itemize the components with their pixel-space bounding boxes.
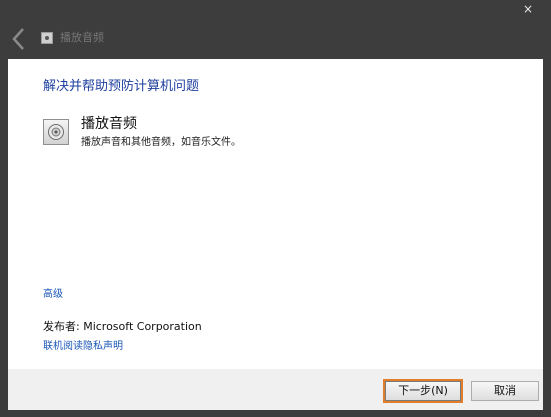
main-panel: 解决并帮助预防计算机问题 播放音频 播放声音和其他音频，如音乐文件。 高级 发布… [8, 59, 543, 369]
publisher-text: 发布者: Microsoft Corporation [43, 320, 202, 333]
back-arrow-icon [12, 28, 24, 50]
button-bar: 下一步(N) 取消 [8, 369, 543, 410]
troubleshooter-icon [41, 32, 53, 44]
window-title: 播放音频 [60, 31, 104, 44]
page-heading: 解决并帮助预防计算机问题 [43, 79, 200, 94]
advanced-link[interactable]: 高级 [43, 288, 63, 302]
back-button[interactable] [9, 26, 31, 52]
task-description: 播放声音和其他音频，如音乐文件。 [81, 137, 241, 148]
privacy-statement-link[interactable]: 联机阅读隐私声明 [43, 340, 123, 354]
cancel-button[interactable]: 取消 [471, 381, 539, 401]
speaker-icon [43, 119, 69, 145]
task-title: 播放音频 [81, 116, 137, 132]
title-bar: × 播放音频 [0, 0, 551, 59]
close-button[interactable]: × [523, 2, 533, 16]
next-button[interactable]: 下一步(N) [385, 381, 461, 401]
